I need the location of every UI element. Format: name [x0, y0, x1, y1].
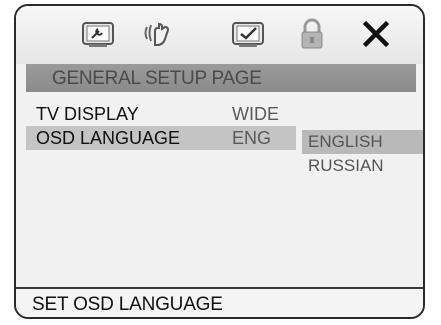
close-icon[interactable]	[358, 18, 394, 50]
status-text: SET OSD LANGUAGE	[32, 294, 223, 315]
setting-label: OSD LANGUAGE	[36, 128, 181, 148]
option-label: RUSSIAN	[308, 156, 384, 175]
page-title: GENERAL SETUP PAGE	[52, 68, 262, 89]
general-setup-icon[interactable]	[80, 18, 116, 50]
page-title-bar: GENERAL SETUP PAGE	[26, 64, 416, 92]
lock-icon[interactable]	[294, 18, 330, 50]
setting-osd-language[interactable]: OSD LANGUAGE ENG	[26, 126, 296, 150]
audio-setup-icon[interactable]	[140, 18, 176, 50]
preference-icon[interactable]	[230, 18, 266, 50]
language-options: ENGLISH RUSSIAN	[302, 130, 423, 178]
option-english[interactable]: ENGLISH	[302, 130, 423, 154]
osd-menu: GENERAL SETUP PAGE TV DISPLAY WIDE OSD L…	[14, 4, 425, 319]
setting-value: WIDE	[232, 104, 279, 124]
status-bar: SET OSD LANGUAGE	[16, 287, 423, 317]
setting-value: ENG	[232, 128, 272, 148]
setting-label: TV DISPLAY	[36, 104, 139, 124]
settings-list: TV DISPLAY WIDE OSD LANGUAGE ENG ENGLISH…	[16, 92, 423, 287]
option-russian[interactable]: RUSSIAN	[302, 154, 423, 178]
setting-tv-display[interactable]: TV DISPLAY WIDE	[26, 102, 296, 126]
option-label: ENGLISH	[308, 132, 383, 151]
tab-bar	[16, 6, 423, 64]
